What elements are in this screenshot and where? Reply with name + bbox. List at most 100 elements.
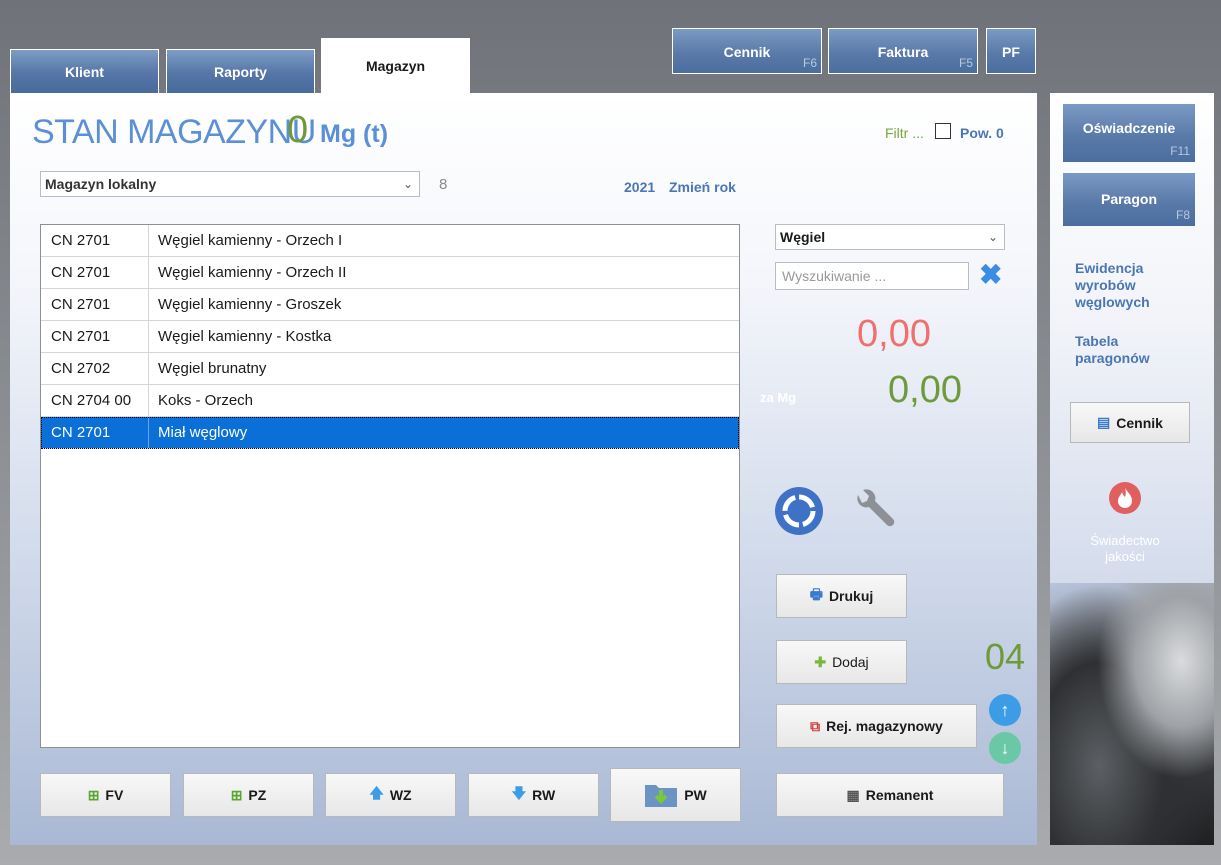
remanent-button[interactable]: ▦ Remanent [776, 773, 1004, 817]
chevron-down-icon: ⌄ [987, 230, 998, 244]
button-label: Rej. magazynowy [826, 718, 943, 734]
button-label: Remanent [865, 787, 934, 803]
pw-button[interactable]: PW [610, 768, 741, 822]
change-year-link[interactable]: Zmień rok [669, 179, 736, 195]
link-line: Świadectwo [1090, 533, 1160, 548]
rej-magazynowy-button[interactable]: ⧉ Rej. magazynowy [776, 704, 977, 748]
calculator-icon: ▦ [846, 786, 860, 803]
tab-magazyn[interactable]: Magazyn [321, 38, 470, 94]
cell-code: CN 2704 00 [41, 385, 149, 416]
button-label: Faktura [877, 44, 929, 60]
wz-button[interactable]: 🡅 WZ [325, 773, 456, 817]
price-per-mg-value: 0,00 [888, 369, 962, 411]
faktura-button[interactable]: Faktura F5 [828, 28, 978, 74]
link-line: Ewidencja [1075, 260, 1144, 276]
button-label: Oświadczenie [1082, 120, 1176, 136]
tab-label: Klient [65, 63, 104, 80]
refresh-icon[interactable] [775, 487, 823, 535]
category-select[interactable]: Węgiel ⌄ [775, 224, 1005, 250]
year-label: 2021 [624, 179, 656, 195]
wrench-icon[interactable] [848, 487, 898, 537]
table-row[interactable]: CN 2701 Węgiel kamienny - Orzech II [41, 257, 739, 289]
coal-image [1050, 583, 1214, 845]
counter-value: 04 [985, 636, 1026, 677]
arrow-up-icon: 🡅 [369, 785, 384, 801]
refresh-icon-glyph [782, 494, 816, 528]
tab-raporty[interactable]: Raporty [166, 49, 315, 93]
stock-unit: Mg (t) [320, 120, 389, 148]
printer-icon: 🖶 [809, 586, 823, 602]
oswiadczenie-button[interactable]: Oświadczenie F11 [1063, 104, 1195, 162]
tab-label: Magazyn [365, 58, 426, 74]
shortcut-key: F8 [1175, 208, 1190, 222]
swiadectwo-jakosci-link[interactable]: Świadectwo jakości [1075, 533, 1175, 565]
button-label: Dodaj [832, 654, 869, 670]
cell-code: CN 2701 [41, 321, 149, 352]
button-label: Drukuj [828, 588, 874, 604]
pf-button[interactable]: PF [986, 28, 1036, 74]
warehouse-select[interactable]: Magazyn lokalny ⌄ [40, 171, 420, 197]
tab-klient[interactable]: Klient [10, 49, 159, 93]
move-up-button[interactable]: ↑ [989, 694, 1021, 726]
paragon-button[interactable]: Paragon F8 [1063, 173, 1195, 226]
dodaj-button[interactable]: ✚ Dodaj [776, 640, 907, 684]
cell-name: Koks - Orzech [158, 392, 254, 409]
cennik-side-button[interactable]: ▤ Cennik [1070, 402, 1190, 443]
fv-button[interactable]: ⊞ FV [40, 773, 171, 817]
button-label: Cennik [1116, 414, 1163, 431]
arrow-down-icon: ↓ [1000, 737, 1010, 758]
clear-search-icon[interactable]: ✖ [979, 258, 1002, 291]
table-row[interactable]: CN 2701 Węgiel kamienny - Orzech I [41, 225, 739, 257]
folder-download-icon-glyph [645, 784, 678, 807]
cennik-button[interactable]: Cennik F6 [672, 28, 822, 74]
drukuj-button[interactable]: 🖶 Drukuj [776, 574, 907, 618]
cell-name: Węgiel kamienny - Kostka [158, 328, 332, 345]
warehouse-panel: STAN MAGAZYNU 0 Mg (t) Filtr ... Pow. 0 … [10, 93, 1037, 845]
stock-quantity: 0 [287, 109, 309, 151]
cell-name: Węgiel kamienny - Orzech II [158, 264, 347, 281]
folder-download-icon [644, 780, 678, 811]
tabela-paragonow-link[interactable]: Tabela paragonów [1075, 333, 1150, 367]
copy-icon: ⧉ [810, 717, 821, 734]
cell-name: Węgiel kamienny - Orzech I [158, 232, 343, 249]
shortcut-key: F5 [958, 56, 973, 70]
cell-name: Węgiel brunatny [158, 360, 267, 377]
per-mg-label: za Mg [760, 390, 797, 405]
list-icon: ▤ [1097, 414, 1111, 430]
wrench-icon-glyph [857, 489, 895, 527]
table-row-selected[interactable]: CN 2701 Miał węglowy [41, 417, 739, 449]
link-line: jakości [1105, 549, 1145, 564]
link-line: paragonów [1075, 350, 1150, 366]
search-input[interactable] [775, 262, 969, 290]
cell-code: CN 2701 [41, 289, 149, 320]
table-row[interactable]: CN 2702 Węgiel brunatny [41, 353, 739, 385]
plus-icon: ✚ [814, 653, 827, 670]
cell-name: Węgiel kamienny - Groszek [158, 296, 342, 313]
filter-link[interactable]: Filtr ... [885, 125, 924, 141]
link-line: Tabela [1075, 333, 1119, 349]
warehouse-count: 8 [439, 176, 448, 193]
shortcut-key: F11 [1170, 144, 1190, 158]
fire-icon[interactable] [1109, 482, 1141, 514]
cell-code: CN 2702 [41, 353, 149, 384]
move-down-button[interactable]: ↓ [989, 732, 1021, 764]
page-title: STAN MAGAZYNU [32, 113, 316, 151]
pz-button[interactable]: ⊞ PZ [183, 773, 314, 817]
table-row[interactable]: CN 2701 Węgiel kamienny - Groszek [41, 289, 739, 321]
pow-checkbox[interactable] [935, 123, 951, 139]
product-table[interactable]: CN 2701 Węgiel kamienny - Orzech I CN 27… [40, 224, 740, 748]
arrow-up-icon: ↑ [1000, 699, 1010, 720]
table-row[interactable]: CN 2704 00 Koks - Orzech [41, 385, 739, 417]
ewidencja-link[interactable]: Ewidencja wyrobów węglowych [1075, 260, 1150, 311]
tab-label: Raporty [214, 63, 267, 80]
cell-code: CN 2701 [41, 417, 149, 448]
table-row[interactable]: CN 2701 Węgiel kamienny - Kostka [41, 321, 739, 353]
arrow-down-icon: 🡇 [511, 785, 527, 801]
chevron-down-icon: ⌄ [402, 177, 413, 191]
cell-code: CN 2701 [41, 225, 149, 256]
rw-button[interactable]: 🡇 RW [468, 773, 599, 817]
fire-icon-glyph [1118, 488, 1132, 508]
link-line: wyrobów [1075, 277, 1136, 293]
cell-code: CN 2701 [41, 257, 149, 288]
button-label: PZ [248, 787, 267, 803]
